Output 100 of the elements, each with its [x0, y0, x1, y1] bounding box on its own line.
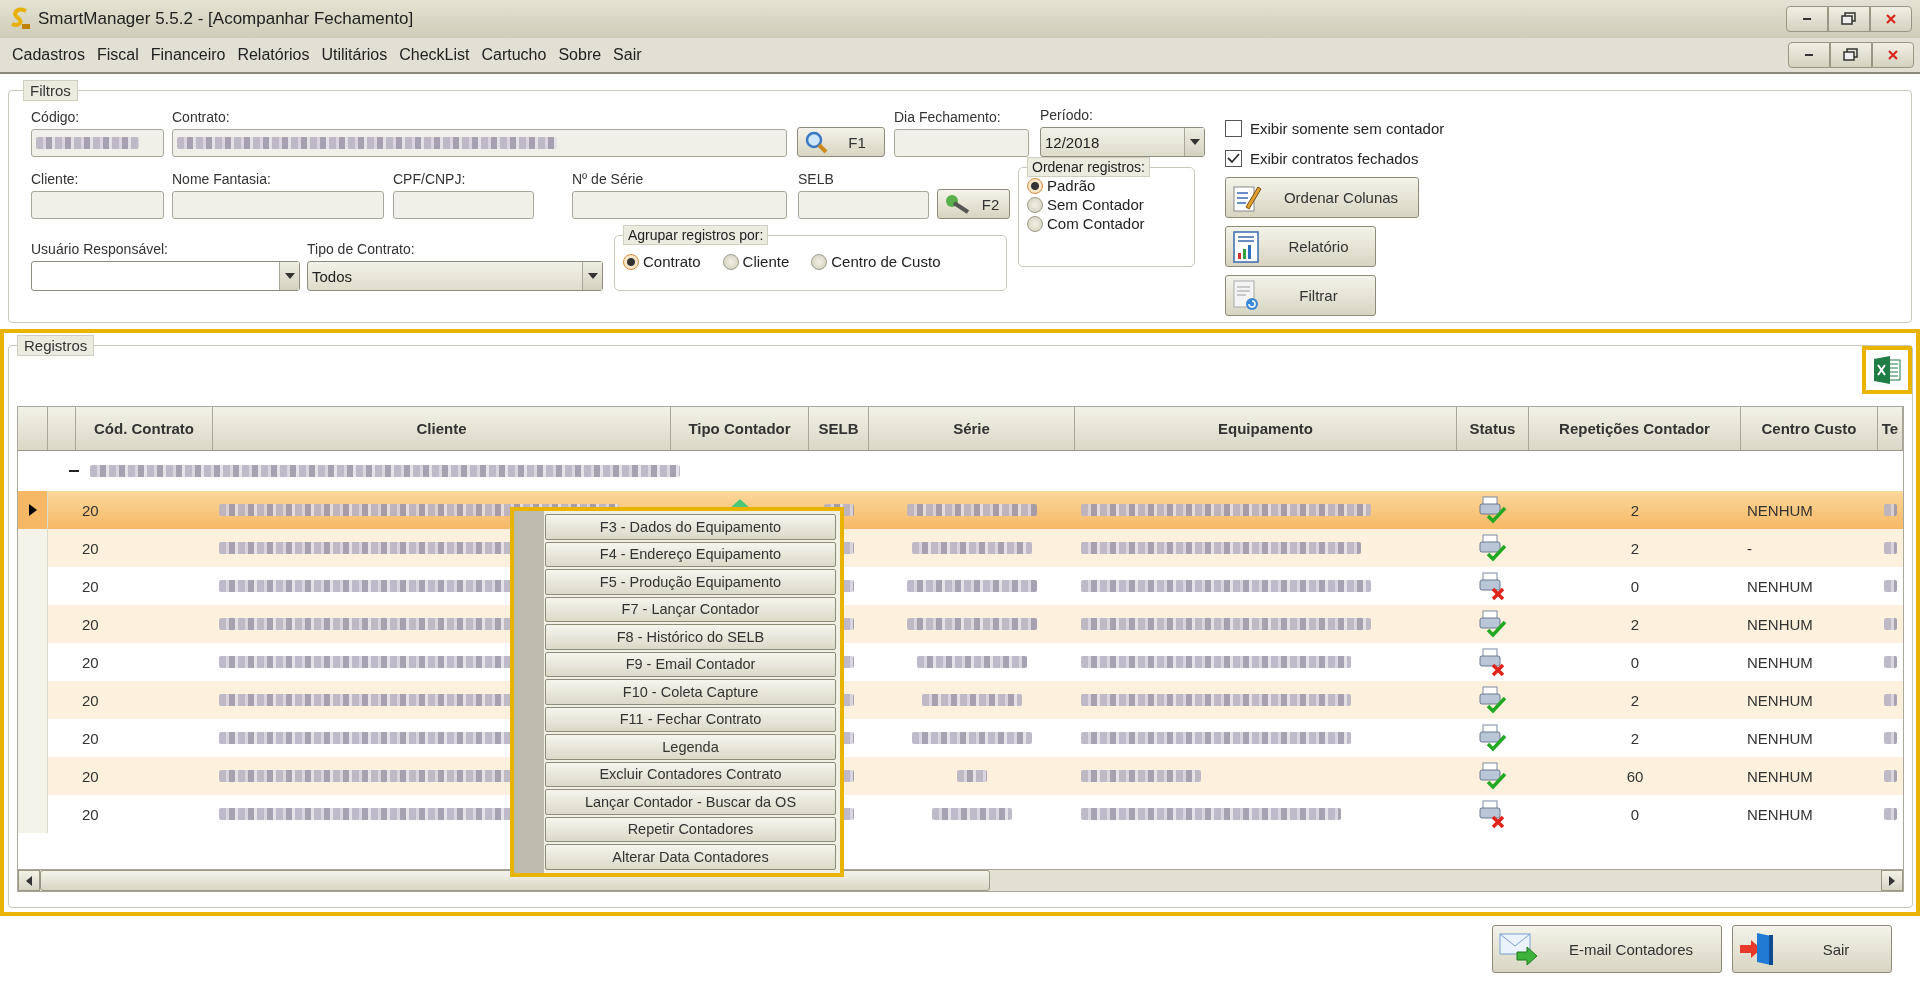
menu-option[interactable]: F3 - Dados do Equipamento: [545, 514, 836, 540]
dropdown-field[interactable]: 12/2018: [1040, 127, 1205, 157]
panel-title: Registros: [17, 335, 95, 356]
menu-option[interactable]: Lançar Contador - Buscar da OS: [545, 789, 836, 815]
close-icon: [1885, 13, 1897, 25]
action-button[interactable]: Relatório: [1225, 226, 1376, 267]
menu-option[interactable]: F5 - Produção Equipamento: [545, 569, 836, 595]
input-field[interactable]: [572, 191, 787, 219]
input-field[interactable]: [393, 191, 534, 219]
input-field[interactable]: [172, 191, 384, 219]
field-label: Nome Fantasia:: [172, 171, 272, 187]
column-header[interactable]: SELB: [809, 407, 869, 450]
minimize-button[interactable]: [1788, 42, 1830, 68]
table-cell: NENHUM: [1747, 767, 1813, 785]
action-button[interactable]: Ordenar Colunas: [1225, 177, 1419, 218]
table-cell: 20: [82, 691, 99, 709]
table-cell: 2: [1630, 691, 1640, 709]
menu-item[interactable]: Sobre: [552, 46, 608, 64]
lookup-button[interactable]: F2: [937, 189, 1010, 219]
column-header[interactable]: Cód. Contrato: [76, 407, 213, 450]
radio-option[interactable]: Com Contador: [1027, 215, 1186, 232]
menu-option[interactable]: F9 - Email Contador: [545, 651, 836, 677]
blurred-text: [1884, 770, 1897, 782]
checkbox-option[interactable]: Exibir contratos fechados: [1225, 147, 1445, 169]
column-header[interactable]: Centro Custo: [1741, 407, 1878, 450]
table-cell: NENHUM: [1747, 653, 1813, 671]
input-field[interactable]: [31, 129, 164, 157]
column-header[interactable]: Série: [869, 407, 1075, 450]
menu-option[interactable]: F4 - Endereço Equipamento: [545, 541, 836, 567]
menu-option[interactable]: F11 - Fechar Contrato: [545, 706, 836, 732]
lookup-button[interactable]: F1: [797, 127, 885, 157]
radio-option[interactable]: Sem Contador: [1027, 196, 1186, 213]
field-label: Dia Fechamento:: [894, 109, 1002, 125]
menu-option[interactable]: Excluir Contadores Contrato: [545, 761, 836, 787]
checkmark-icon: [1227, 152, 1240, 164]
dropdown-field[interactable]: Todos: [307, 261, 603, 291]
table-cell: 0: [1630, 577, 1640, 595]
menu-option[interactable]: F8 - Histórico do SELB: [545, 624, 836, 650]
input-field[interactable]: [31, 191, 164, 219]
table-cell: 20: [82, 767, 99, 785]
radio-option[interactable]: Contrato: [623, 253, 701, 270]
scroll-left-icon: [26, 875, 32, 886]
column-header[interactable]: Te: [1878, 407, 1903, 450]
field-label: Usuário Responsável:: [31, 241, 169, 257]
menu-item[interactable]: Cartucho: [475, 46, 553, 64]
menu-option[interactable]: Repetir Contadores: [545, 816, 836, 842]
column-header[interactable]: Cliente: [213, 407, 671, 450]
document-refresh-icon: [1232, 279, 1260, 312]
column-header[interactable]: Tipo Contador: [671, 407, 809, 450]
row-selector[interactable]: [18, 491, 48, 529]
table-cell: NENHUM: [1747, 691, 1813, 709]
menu-item[interactable]: CheckList: [393, 46, 476, 64]
close-button[interactable]: [1872, 42, 1914, 68]
restore-button[interactable]: [1830, 42, 1872, 68]
checkbox[interactable]: [1225, 149, 1242, 167]
column-header[interactable]: Equipamento: [1075, 407, 1457, 450]
menu-item[interactable]: Fiscal: [90, 46, 145, 64]
table-cell: 0: [1630, 653, 1640, 671]
menu-option[interactable]: Alterar Data Contadores: [545, 844, 836, 870]
blurred-text: [1884, 808, 1897, 820]
input-field[interactable]: [172, 129, 787, 157]
field-label: Cliente:: [31, 171, 80, 187]
menu-option[interactable]: F10 - Coleta Capture: [545, 679, 836, 705]
checkbox-option[interactable]: Exibir somente sem contador: [1225, 117, 1445, 139]
minimize-icon: [1801, 17, 1813, 21]
horizontal-scrollbar[interactable]: [18, 869, 1903, 891]
action-button[interactable]: Filtrar: [1225, 275, 1376, 316]
minimize-icon: [1803, 53, 1815, 57]
table-cell: NENHUM: [1747, 729, 1813, 747]
checkbox[interactable]: [1225, 119, 1242, 137]
column-header[interactable]: Repetições Contador: [1529, 407, 1741, 450]
menu-item[interactable]: Utilitários: [315, 46, 394, 64]
column-header[interactable]: Status: [1457, 407, 1529, 450]
exit-button[interactable]: Sair: [1732, 925, 1892, 973]
menu-item[interactable]: Sair: [607, 46, 648, 64]
table-cell: 20: [82, 615, 99, 633]
email-button[interactable]: E-mail Contadores: [1492, 925, 1722, 973]
radio-option[interactable]: Centro de Custo: [811, 253, 941, 270]
export-spreadsheet-button[interactable]: [1862, 346, 1912, 394]
dropdown-arrow-icon: [284, 273, 295, 279]
dropdown-field[interactable]: [31, 261, 300, 291]
radio-option[interactable]: Padrão: [1027, 177, 1186, 194]
restore-button[interactable]: [1828, 6, 1870, 32]
menu-item[interactable]: Cadastros: [6, 46, 91, 64]
menu-item[interactable]: Relatórios: [231, 46, 316, 64]
close-button[interactable]: [1870, 6, 1912, 32]
menu-item[interactable]: Financeiro: [144, 46, 232, 64]
menu-option[interactable]: Legenda: [545, 734, 836, 760]
input-field[interactable]: [894, 129, 1029, 157]
table-cell: 20: [82, 539, 99, 557]
restore-icon: [1841, 12, 1857, 26]
menu-option[interactable]: F7 - Lançar Contador: [545, 596, 836, 622]
app-logo-icon: [8, 7, 32, 31]
group-title: Ordenar registros:: [1027, 157, 1150, 177]
minimize-button[interactable]: [1786, 6, 1828, 32]
table-cell: NENHUM: [1747, 501, 1813, 519]
input-field[interactable]: [798, 191, 929, 219]
spreadsheet-icon: [1872, 355, 1902, 385]
table-cell: 20: [82, 653, 99, 671]
radio-option[interactable]: Cliente: [722, 253, 790, 270]
